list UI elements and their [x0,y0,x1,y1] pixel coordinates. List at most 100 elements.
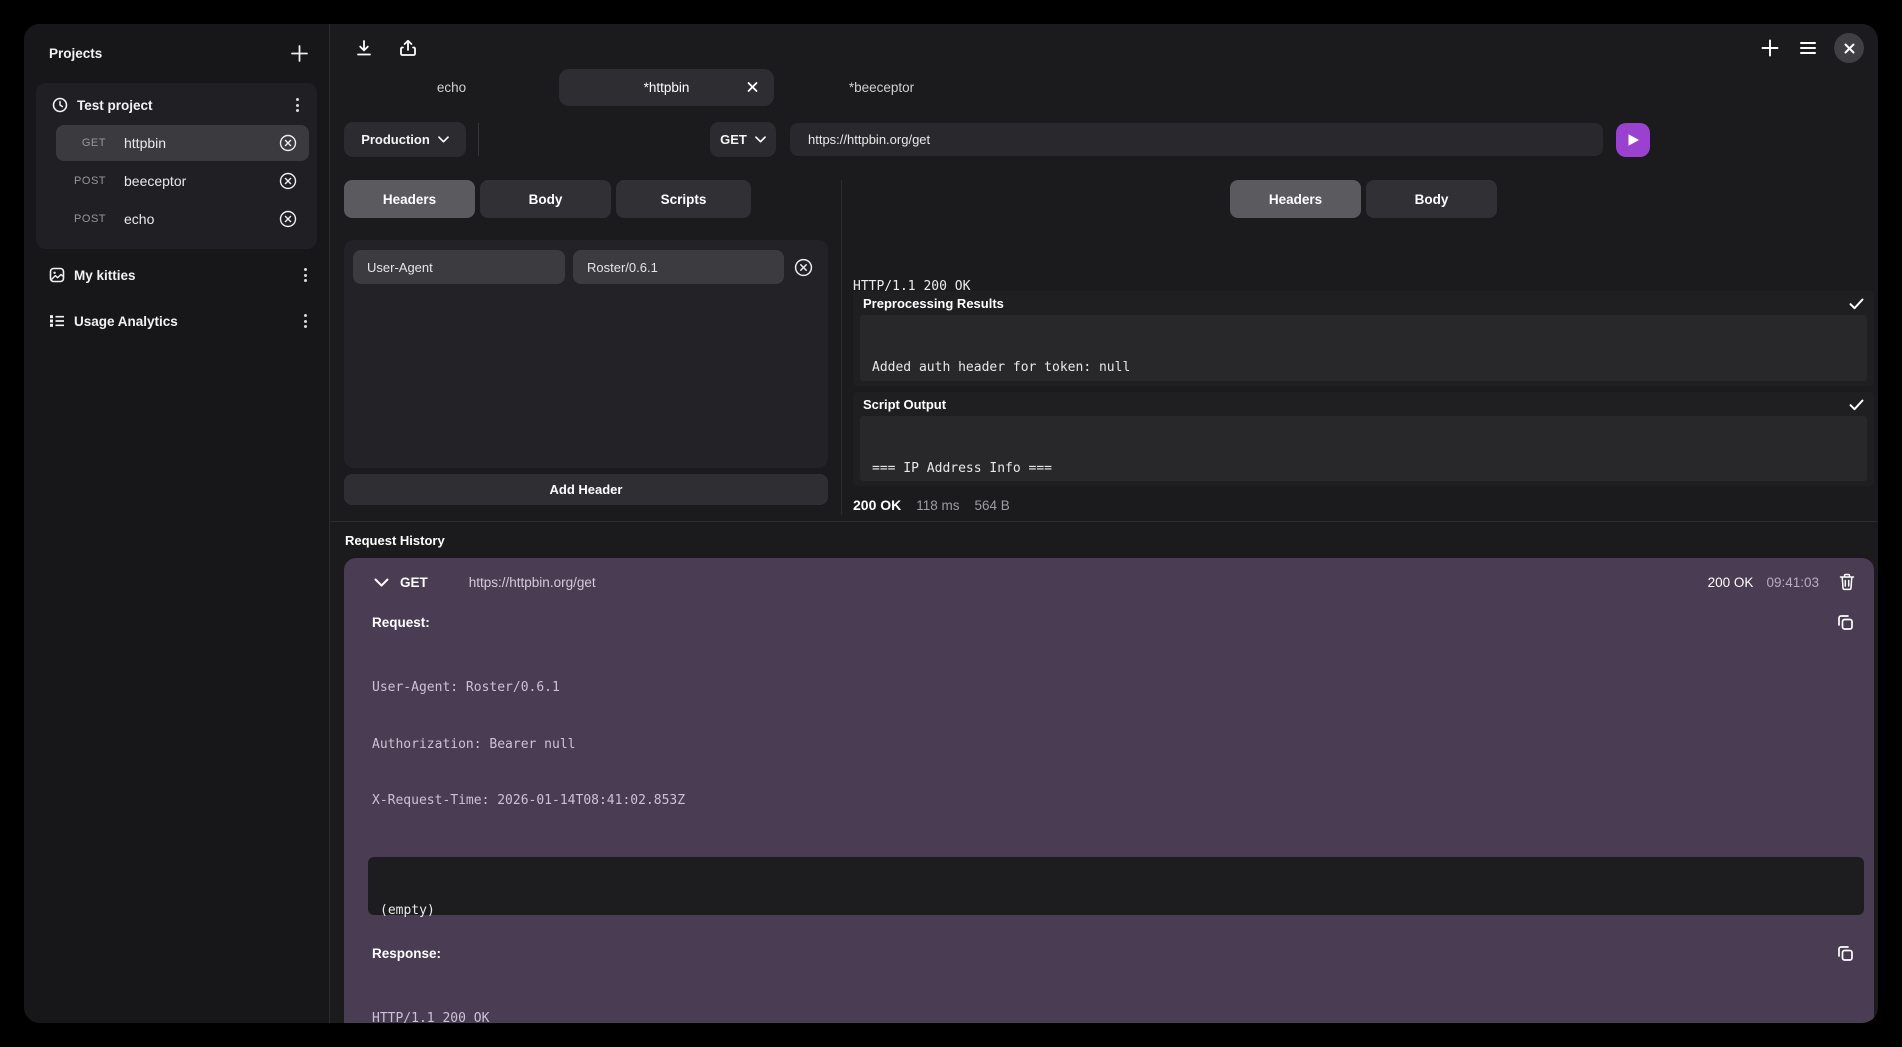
header-row [353,250,819,284]
usage-analytics-menu-button[interactable] [298,311,313,331]
add-project-button[interactable] [288,42,311,65]
my-kitties-menu-button[interactable] [298,265,313,285]
chevron-down-icon [438,136,449,143]
import-button[interactable] [352,36,376,60]
history-response-headers: HTTP/1.1 200 OK Date: Wed, 14 Jan 2026 0… [368,972,1864,1024]
app-window: Projects Test project GET httpbin [24,24,1878,1023]
script-output-header: Script Output [853,392,1874,416]
request-history-title: Request History [330,522,1878,548]
header-value-input[interactable] [573,250,784,284]
status-size: 564 B [975,498,1010,513]
list-icon [49,313,65,329]
copy-icon [1837,614,1854,631]
clock-icon [52,97,68,113]
response-status-bar: 200 OK 118 ms 564 B [853,495,1874,515]
project-name: Test project [77,98,290,113]
history-request-headers: User-Agent: Roster/0.6.1 Authorization: … [368,641,1864,849]
circled-x-icon [279,172,297,190]
tab-label: *beeceptor [849,80,914,95]
request-header-line: Authorization: Bearer null [372,736,1864,755]
request-pane-tabs: Headers Body Scripts [344,180,828,218]
remove-header-button[interactable] [792,256,815,279]
tab-request-headers[interactable]: Headers [344,180,475,218]
x-icon [747,82,758,93]
tab-beeceptor[interactable]: *beeceptor [774,69,989,106]
tab-httpbin[interactable]: *httpbin [559,69,774,106]
image-icon [49,267,65,283]
tab-response-headers[interactable]: Headers [1230,180,1361,218]
remove-request-button[interactable] [277,132,299,154]
check-icon [1849,298,1864,310]
panel-title: Script Output [863,397,946,412]
add-header-button[interactable]: Add Header [344,474,828,505]
tab-label: echo [437,80,466,95]
sidebar-item-httpbin[interactable]: GET httpbin [56,125,309,161]
copy-response-button[interactable] [1835,943,1856,964]
sidebar: Projects Test project GET httpbin [24,24,330,1023]
preprocessing-results-panel: Preprocessing Results Added auth header … [853,291,1874,386]
request-name: echo [124,211,277,227]
section-label: Usage Analytics [74,314,298,329]
history-entry: GET https://httpbin.org/get 200 OK 09:41… [344,558,1874,1023]
response-label: Response: [372,946,441,961]
history-method: GET [400,575,428,590]
check-icon [1849,399,1864,411]
remove-request-button[interactable] [277,170,299,192]
status-duration: 118 ms [916,498,959,513]
sidebar-item-usage-analytics[interactable]: Usage Analytics [36,301,317,341]
response-label-row: Response: [368,937,1864,964]
tab-strip: echo *httpbin *beeceptor [330,64,1878,110]
copy-icon [1837,945,1854,962]
url-input[interactable] [790,123,1603,156]
request-headers-list [344,240,828,468]
circled-x-icon [279,134,297,152]
response-pane-tabs: Headers Body [853,180,1874,218]
history-status: 200 OK [1708,575,1754,590]
tab-request-scripts[interactable]: Scripts [616,180,751,218]
menu-button[interactable] [1796,36,1820,60]
tab-echo[interactable]: echo [344,69,559,106]
preprocessing-output[interactable]: Added auth header for token: null --- Re… [860,315,1867,381]
project-group-header[interactable]: Test project [44,91,309,123]
tab-label: *httpbin [644,80,690,95]
sidebar-item-echo[interactable]: POST echo [56,201,309,237]
export-button[interactable] [396,36,420,60]
screenshot-stage: Projects Test project GET httpbin [0,0,1902,1047]
close-window-button[interactable] [1834,33,1864,63]
sidebar-item-beeceptor[interactable]: POST beeceptor [56,163,309,199]
projects-title: Projects [49,46,102,61]
plus-icon [1760,38,1780,58]
divider [478,123,479,156]
environment-dropdown[interactable]: Production [344,122,466,157]
hamburger-icon [1798,38,1818,58]
tab-request-body[interactable]: Body [480,180,611,218]
circled-x-icon [279,210,297,228]
header-key-input[interactable] [353,250,565,284]
delete-entry-button[interactable] [1837,571,1857,593]
topbar-left-icons [352,36,420,60]
plus-icon [290,44,309,63]
project-group: Test project GET httpbin POST beeceptor [36,83,317,249]
copy-request-button[interactable] [1835,612,1856,633]
history-time: 09:41:03 [1766,575,1819,590]
new-tab-button[interactable] [1758,36,1782,60]
response-header-line: HTTP/1.1 200 OK [853,278,1874,291]
sidebar-item-my-kitties[interactable]: My kitties [36,255,317,295]
tab-response-body[interactable]: Body [1366,180,1497,218]
method-dropdown[interactable]: GET [710,122,776,157]
collapse-entry-button[interactable] [372,576,391,589]
request-name: beeceptor [124,173,277,189]
remove-request-button[interactable] [277,208,299,230]
send-request-button[interactable] [1616,123,1650,157]
request-label: Request: [372,615,430,630]
request-history-section: Request History GET https://httpbin.org/… [330,521,1878,1023]
history-entry-body: Request: User-Agent: Roster/0.6.1 Author… [344,606,1874,1023]
chevron-down-icon [374,578,389,587]
close-tab-button[interactable] [747,82,758,93]
script-output[interactable]: === IP Address Info === IP: 195.146.105.… [860,416,1867,481]
project-menu-button[interactable] [290,95,305,115]
history-request-body: (empty) [368,857,1864,915]
topbar [330,24,1878,64]
history-entry-header[interactable]: GET https://httpbin.org/get 200 OK 09:41… [344,558,1874,606]
panel-title: Preprocessing Results [863,296,1004,311]
